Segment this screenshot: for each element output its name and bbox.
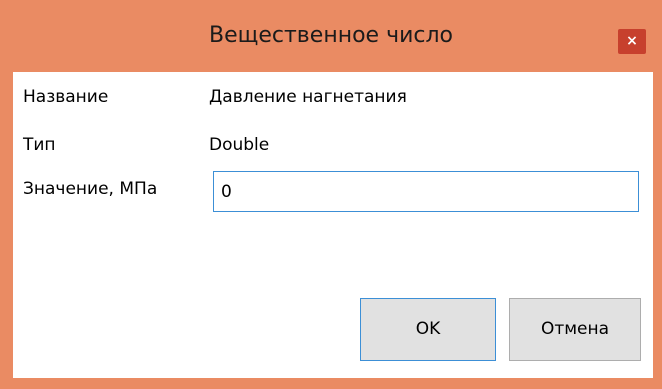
title-bar[interactable]: Вещественное число ×	[0, 0, 662, 72]
ok-button[interactable]: OK	[360, 298, 496, 361]
close-icon: ×	[626, 33, 638, 49]
window-title: Вещественное число	[209, 23, 453, 48]
close-button[interactable]: ×	[618, 29, 646, 54]
dialog-window: Вещественное число × Название Давление н…	[0, 0, 662, 389]
value-label: Значение, МПа	[23, 179, 158, 199]
name-value: Давление нагнетания	[209, 87, 407, 107]
type-label: Тип	[23, 135, 56, 155]
dialog-content: Название Давление нагнетания Тип Double …	[13, 72, 653, 378]
cancel-button[interactable]: Отмена	[509, 298, 641, 361]
type-value: Double	[209, 135, 270, 155]
name-label: Название	[23, 87, 109, 107]
value-input[interactable]	[213, 171, 639, 212]
